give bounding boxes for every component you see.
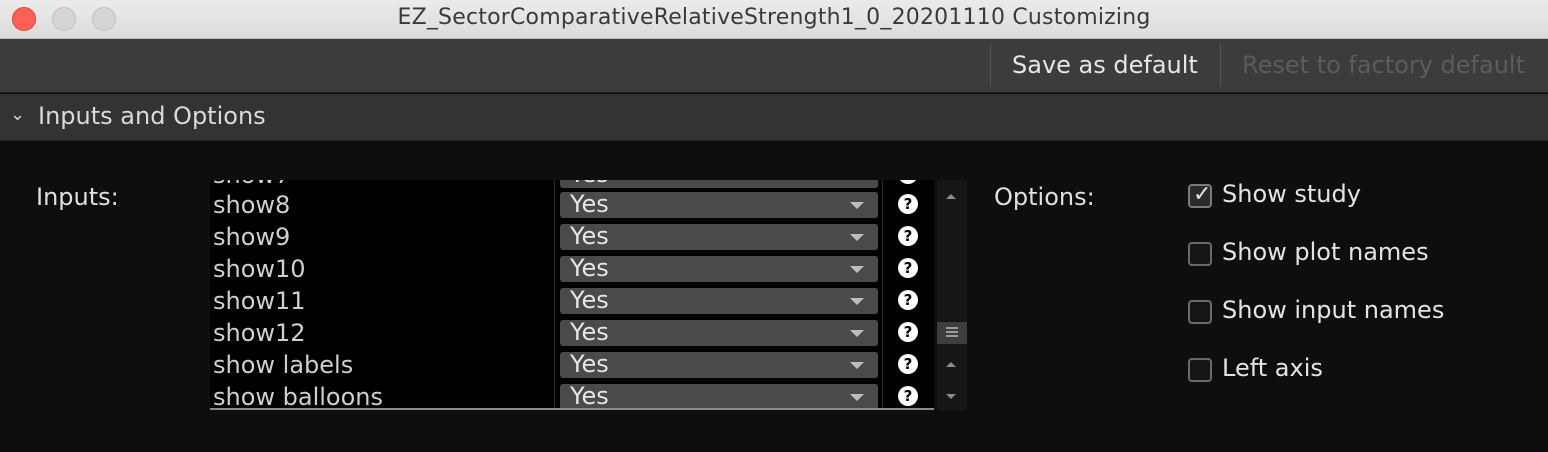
input-row: show12 Yes ? [210,318,934,350]
dropdown-arrow-icon [850,330,864,337]
dropdown-arrow-icon [850,298,864,305]
input-name: show7 [213,180,290,189]
input-row: show balloons Yes ? [210,382,934,410]
input-value: Yes [570,190,609,218]
input-value: Yes [570,318,609,346]
chevron-down-icon: ⌄ [10,104,26,125]
input-value-dropdown[interactable]: Yes [560,180,878,188]
input-row: show10 Yes ? [210,254,934,286]
input-value-dropdown[interactable]: Yes [560,350,878,378]
checkbox[interactable] [1188,242,1212,266]
scrollbar-thumb[interactable] [937,322,967,344]
help-icon[interactable]: ? [898,354,918,374]
help-icon[interactable]: ? [898,290,918,310]
table-bottom-border [210,408,934,410]
options-label: Options: [994,183,1095,211]
input-name: show labels [213,351,354,379]
input-value-dropdown[interactable]: Yes [560,382,878,410]
input-value: Yes [570,286,609,314]
checkbox[interactable]: ✓ [1188,182,1212,208]
input-value-dropdown[interactable]: Yes [560,318,878,346]
input-row: show8 Yes ? [210,190,934,222]
toolbar: Save as default Reset to factory default [0,39,1548,93]
section-title: Inputs and Options [38,102,266,130]
scroll-down-arrow-icon[interactable] [946,394,956,399]
dropdown-arrow-icon [850,234,864,241]
option-label: Left axis [1222,354,1323,382]
scroll-up-arrow-icon[interactable] [946,194,956,199]
input-value: Yes [570,350,609,378]
input-value-dropdown[interactable]: Yes [560,286,878,314]
reset-to-factory-default-button[interactable]: Reset to factory default [1242,39,1525,92]
dropdown-arrow-icon [850,266,864,273]
toolbar-divider [1220,44,1221,87]
input-row: show9 Yes ? [210,222,934,254]
help-icon[interactable]: ? [898,226,918,246]
input-value: Yes [570,180,609,188]
dropdown-arrow-icon [850,202,864,209]
checkbox[interactable] [1188,300,1212,324]
input-name: show10 [213,255,306,283]
inputs-and-options-section-header[interactable]: ⌄ Inputs and Options [0,94,1548,141]
inputs-table: show7 Yes ? show8 Yes ? show9 Yes ? show… [210,180,934,410]
input-name: show12 [213,319,306,347]
input-row: show11 Yes ? [210,286,934,318]
dropdown-arrow-icon [850,394,864,401]
option-label: Show plot names [1222,238,1429,266]
input-value-dropdown[interactable]: Yes [560,190,878,218]
save-as-default-button[interactable]: Save as default [1012,39,1198,92]
help-icon[interactable]: ? [898,180,918,184]
window-title: EZ_SectorComparativeRelativeStrength1_0_… [397,5,1151,30]
input-name: show8 [213,191,291,219]
dropdown-arrow-icon [850,362,864,369]
title-bar: EZ_SectorComparativeRelativeStrength1_0_… [0,0,1548,39]
scroll-up-arrow-icon[interactable] [946,362,956,367]
inputs-scrollbar[interactable] [937,180,967,410]
help-icon[interactable]: ? [898,386,918,406]
inputs-label: Inputs: [36,183,119,211]
input-value: Yes [570,222,609,250]
help-icon[interactable]: ? [898,194,918,214]
input-row: show labels Yes ? [210,350,934,382]
option-label: Show input names [1222,296,1445,324]
input-value-dropdown[interactable]: Yes [560,254,878,282]
input-value-dropdown[interactable]: Yes [560,222,878,250]
toolbar-divider [990,44,991,87]
checkbox[interactable] [1188,358,1212,382]
input-name: show9 [213,223,291,251]
input-value: Yes [570,382,609,410]
help-icon[interactable]: ? [898,258,918,278]
input-value: Yes [570,254,609,282]
input-name: show balloons [213,383,384,410]
help-icon[interactable]: ? [898,322,918,342]
option-label: Show study [1222,180,1361,208]
input-name: show11 [213,287,306,315]
checkmark-icon: ✓ [1193,182,1212,207]
